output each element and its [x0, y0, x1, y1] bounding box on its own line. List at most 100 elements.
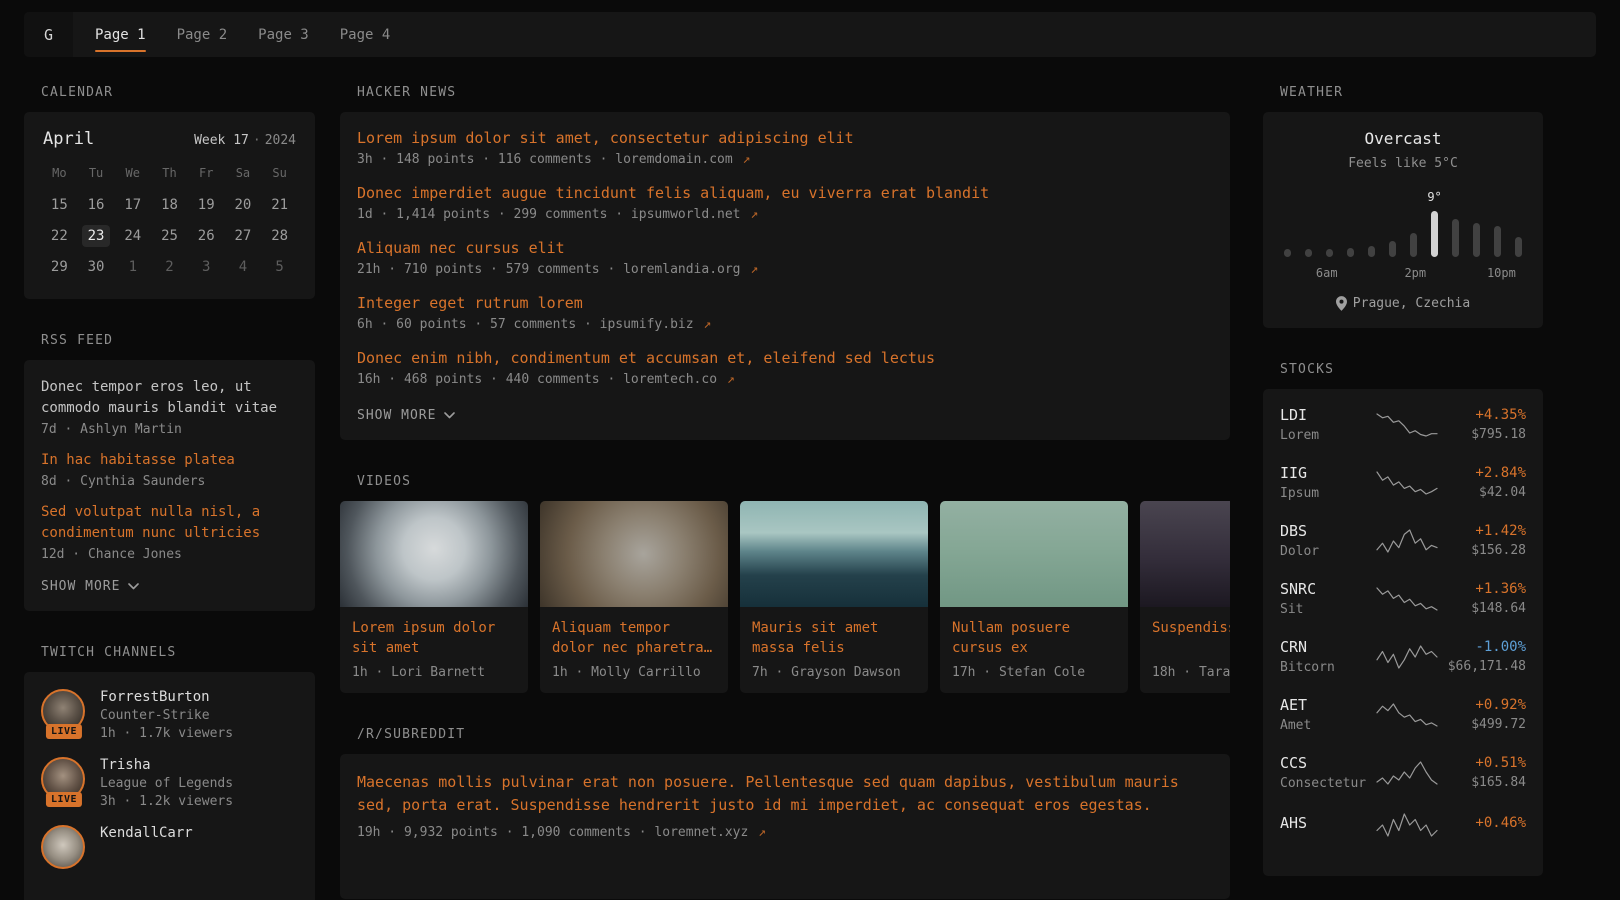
hackernews-item-meta: 21h · 710 points · 579 comments · loreml…	[357, 262, 1213, 277]
weather-bar	[1345, 201, 1355, 257]
stock-values: +1.36% $148.64	[1440, 581, 1526, 616]
video-title[interactable]: Nullam posuere cursus ex	[952, 618, 1116, 658]
video-card[interactable]: Nullam posuere cursus ex 17h · Stefan Co…	[940, 501, 1128, 693]
weather-bar: 9°	[1430, 201, 1440, 257]
twitch-channel[interactable]: LIVE Trisha League of Legends 3h · 1.2k …	[41, 757, 298, 809]
stock-row[interactable]: CCS Consectetur +0.51% $165.84	[1280, 754, 1526, 791]
rss-show-more-button[interactable]: SHOW MORE	[41, 579, 139, 594]
rss-item-title[interactable]: Sed volutpat nulla nisl, a condimentum n…	[41, 502, 298, 544]
external-link-icon[interactable]: ↗	[703, 317, 711, 332]
middle-column: HACKER NEWS Lorem ipsum dolor sit amet, …	[340, 57, 1230, 899]
stock-name: Consectetur	[1280, 776, 1374, 791]
hackernews-meta-text: 21h · 710 points · 579 comments · loreml…	[357, 262, 741, 277]
calendar-grid: MoTuWeThFrSaSu15161718192021222324252627…	[41, 159, 298, 282]
stock-info: CCS Consectetur	[1280, 754, 1374, 791]
twitch-avatar-wrap: LIVE	[41, 689, 87, 739]
weather-bar	[1282, 201, 1292, 257]
stock-row[interactable]: CRN Bitcorn -1.00% $66,171.48	[1280, 638, 1526, 675]
video-card[interactable]: Mauris sit amet massa felis 7h · Grayson…	[740, 501, 928, 693]
app-logo[interactable]: G	[24, 12, 73, 57]
external-link-icon[interactable]: ↗	[727, 372, 735, 387]
rss-item-meta: 12d · Chance Jones	[41, 547, 298, 562]
video-title[interactable]: Lorem ipsum dolor sit amet consectetu…	[352, 618, 516, 658]
stock-symbol: SNRC	[1280, 580, 1374, 598]
tab-page-3[interactable]: Page 3	[258, 12, 309, 57]
external-link-icon[interactable]: ↗	[743, 152, 751, 167]
stock-change: +1.42%	[1440, 523, 1526, 539]
weather-card: Overcast Feels like 5°C 9° 6am 2pm 10pm …	[1263, 112, 1543, 328]
stock-row[interactable]: DBS Dolor +1.42% $156.28	[1280, 522, 1526, 559]
calendar-week-year: Week 17·2024	[194, 133, 296, 148]
hackernews-show-more-button[interactable]: SHOW MORE	[357, 408, 455, 423]
stock-row[interactable]: SNRC Sit +1.36% $148.64	[1280, 580, 1526, 617]
stock-row[interactable]: AET Amet +0.92% $499.72	[1280, 696, 1526, 733]
stock-symbol: CCS	[1280, 754, 1374, 772]
rss-section-title: RSS FEED	[41, 333, 315, 348]
videos-widget: VIDEOS Lorem ipsum dolor sit amet consec…	[340, 474, 1230, 693]
calendar-day: 21	[261, 189, 298, 220]
subreddit-post-title[interactable]: Maecenas mollis pulvinar erat non posuer…	[357, 771, 1213, 817]
video-thumbnail	[340, 501, 528, 607]
video-thumbnail	[540, 501, 728, 607]
video-meta: 1h · Lori Barnett	[352, 665, 516, 680]
hackernews-item-title[interactable]: Donec enim nibh, condimentum et accumsan…	[357, 349, 1213, 367]
tab-page-1[interactable]: Page 1	[95, 12, 146, 57]
weather-time-label: 2pm	[1404, 266, 1426, 280]
video-title[interactable]: Mauris sit amet massa felis	[752, 618, 916, 658]
chevron-down-icon	[444, 412, 455, 419]
stock-symbol: LDI	[1280, 406, 1374, 424]
calendar-day: 22	[41, 220, 78, 251]
rss-item-title[interactable]: Donec tempor eros leo, ut commodo mauris…	[41, 377, 298, 419]
external-link-icon[interactable]: ↗	[750, 262, 758, 277]
hackernews-item-title[interactable]: Aliquam nec cursus elit	[357, 239, 1213, 257]
calendar-day: 4	[225, 251, 262, 282]
calendar-day-header: Mo	[41, 159, 78, 189]
stock-values: +0.46%	[1440, 815, 1526, 835]
twitch-channel[interactable]: LIVE ForrestBurton Counter-Strike 1h · 1…	[41, 689, 298, 741]
external-link-icon[interactable]: ↗	[750, 207, 758, 222]
tab-page-4[interactable]: Page 4	[340, 12, 391, 57]
show-more-label: SHOW MORE	[357, 408, 436, 423]
twitch-channel-meta: 3h · 1.2k viewers	[100, 794, 233, 809]
calendar-day: 25	[151, 220, 188, 251]
twitch-section-title: TWITCH CHANNELS	[41, 645, 315, 660]
stock-name: Bitcorn	[1280, 660, 1374, 675]
stock-row[interactable]: AHS +0.46%	[1280, 812, 1526, 838]
hackernews-item-meta: 3h · 148 points · 116 comments · loremdo…	[357, 152, 1213, 167]
hackernews-widget: HACKER NEWS Lorem ipsum dolor sit amet, …	[340, 85, 1230, 440]
calendar-day-selected: 23	[78, 220, 115, 251]
twitch-channel-game: League of Legends	[100, 776, 233, 791]
stocks-section-title: STOCKS	[1280, 362, 1543, 377]
video-card[interactable]: Aliquam tempor dolor nec pharetra… 1h · …	[540, 501, 728, 693]
calendar-day-header: Th	[151, 159, 188, 189]
chevron-down-icon	[128, 583, 139, 590]
hackernews-item-title[interactable]: Donec imperdiet augue tincidunt felis al…	[357, 184, 1213, 202]
stock-change: +0.46%	[1440, 815, 1526, 831]
weather-bar	[1324, 201, 1334, 257]
stock-sparkline	[1374, 644, 1440, 670]
weather-time-labels: 6am 2pm 10pm	[1280, 266, 1526, 281]
calendar-day: 2	[151, 251, 188, 282]
stock-sparkline	[1374, 412, 1440, 438]
calendar-day-header: Fr	[188, 159, 225, 189]
external-link-icon[interactable]: ↗	[758, 825, 766, 840]
video-card[interactable]: Lorem ipsum dolor sit amet consectetu… 1…	[340, 501, 528, 693]
twitch-channel[interactable]: KendallCarr	[41, 825, 298, 875]
rss-item-title[interactable]: In hac habitasse platea	[41, 450, 298, 471]
left-column: CALENDAR April Week 17·2024 MoTuWeThFrSa…	[24, 57, 315, 900]
stock-row[interactable]: LDI Lorem +4.35% $795.18	[1280, 406, 1526, 443]
weather-bar	[1387, 201, 1397, 257]
twitch-channel-info: ForrestBurton Counter-Strike 1h · 1.7k v…	[100, 689, 233, 741]
twitch-avatar-wrap	[41, 825, 87, 875]
weather-time-label: 6am	[1316, 266, 1338, 280]
stock-sparkline	[1374, 702, 1440, 728]
hackernews-item-title[interactable]: Integer eget rutrum lorem	[357, 294, 1213, 312]
video-title[interactable]: Aliquam tempor dolor nec pharetra…	[552, 618, 716, 658]
video-thumbnail	[1140, 501, 1230, 607]
tab-page-2[interactable]: Page 2	[177, 12, 228, 57]
video-title[interactable]: Suspendisse diam	[1152, 618, 1230, 658]
hackernews-item-title[interactable]: Lorem ipsum dolor sit amet, consectetur …	[357, 129, 1213, 147]
video-card[interactable]: Suspendisse diam 18h · Tara	[1140, 501, 1230, 693]
stock-row[interactable]: IIG Ipsum +2.84% $42.04	[1280, 464, 1526, 501]
twitch-channel-name: ForrestBurton	[100, 689, 233, 705]
